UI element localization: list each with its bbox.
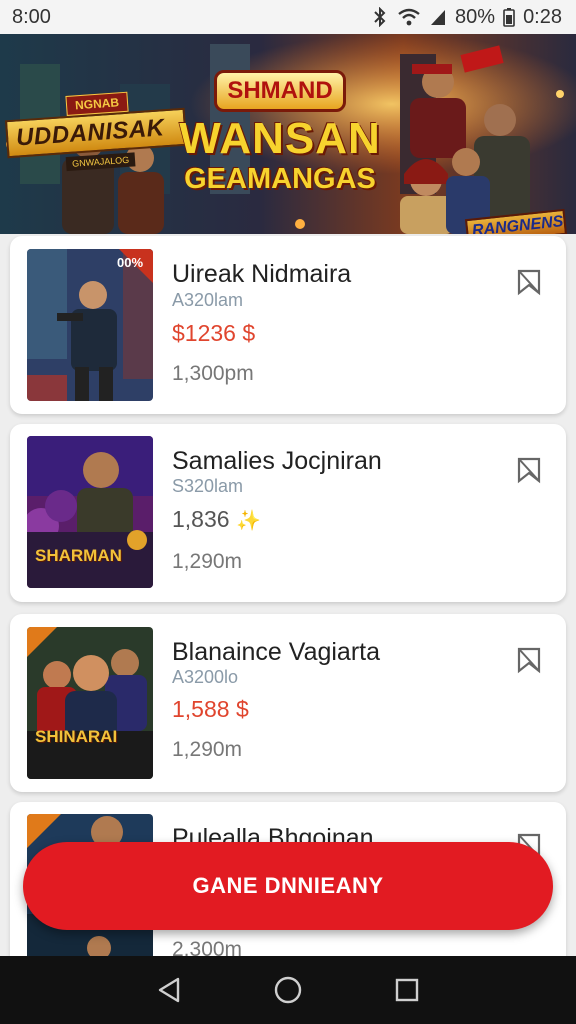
game-meta: 1,300pm (172, 362, 254, 385)
game-price: 1,836 (172, 506, 230, 532)
signal-icon (431, 10, 446, 25)
game-title: Blanaince Vagiarta (172, 638, 381, 666)
banner-badge-text: RANGNENS (471, 213, 565, 234)
home-icon[interactable] (273, 975, 303, 1005)
game-card[interactable]: SHINARAI Blanaince Vagiarta A3200lo 1,58… (10, 614, 566, 792)
status-bar: 8:00 80% 0:28 (0, 0, 576, 34)
game-subtitle: S320lam (172, 476, 244, 496)
game-thumbnail[interactable]: 00% (27, 249, 153, 401)
banner-title-top: SHMAND (214, 70, 346, 112)
game-thumbnail-art (27, 627, 153, 779)
system-nav-bar (0, 956, 576, 1024)
game-price-row: 1,836 ✨ (172, 506, 261, 533)
game-title: Samalies Jocjniran (172, 447, 382, 475)
game-meta: 1,290m (172, 738, 243, 761)
battery-icon (503, 8, 515, 27)
bookmark-icon[interactable] (515, 646, 543, 674)
back-icon[interactable] (156, 976, 182, 1004)
status-time-right: 0:28 (523, 5, 562, 28)
game-card[interactable]: SHARMAN Samalies Jocjniran S320lam 1,836… (10, 424, 566, 602)
game-title: Uireak Nidmaira (172, 260, 352, 288)
bookmark-icon[interactable] (515, 456, 543, 484)
bluetooth-icon (374, 7, 386, 27)
game-thumbnail-art (27, 249, 153, 401)
game-thumbnail[interactable]: SHARMAN (27, 436, 153, 588)
game-subtitle: A3200lo (172, 667, 239, 687)
wifi-icon (398, 8, 420, 26)
game-cta-button[interactable]: GANE DNNIEANY (23, 842, 553, 930)
game-price: $1236 $ (172, 320, 256, 346)
recents-icon[interactable] (394, 977, 420, 1003)
game-cta-label: GANE DNNIEANY (192, 873, 384, 898)
game-meta: 1,290m (172, 550, 243, 573)
status-icons: 80% 0:28 (371, 6, 562, 29)
status-time-left: 8:00 (12, 5, 51, 28)
banner-logo-main: UDDANISAK (4, 107, 188, 159)
bookmark-icon[interactable] (515, 268, 543, 296)
banner-logo: NGNAB UDDANISAK GNWAJALOG (4, 88, 189, 176)
app-root: 8:00 80% 0:28 NGNAB UDDANISAK GNWAJALOG … (0, 0, 576, 1024)
banner-title-line1: WANSAN (179, 114, 381, 163)
game-card[interactable]: 00% Uireak Nidmaira A320lam $1236 $ 1,30… (10, 236, 566, 414)
game-subtitle: A320lam (172, 290, 244, 310)
game-thumbnail-caption: SHINARAI (35, 727, 118, 746)
banner-title-line2: GEAMANGAS (184, 163, 376, 195)
game-thumbnail[interactable]: SHINARAI (27, 627, 153, 779)
sparkle-icon: ✨ (235, 510, 261, 532)
game-price: 1,588 $ (172, 696, 249, 722)
banner-title: SHMAND WANSAN GEAMANGAS (170, 70, 390, 196)
game-thumbnail-caption: SHARMAN (35, 546, 122, 565)
battery-text: 80% (455, 5, 496, 28)
game-thumbnail-badge: 00% (117, 255, 144, 270)
promo-banner[interactable]: NGNAB UDDANISAK GNWAJALOG SHMAND WANSAN … (0, 34, 576, 234)
